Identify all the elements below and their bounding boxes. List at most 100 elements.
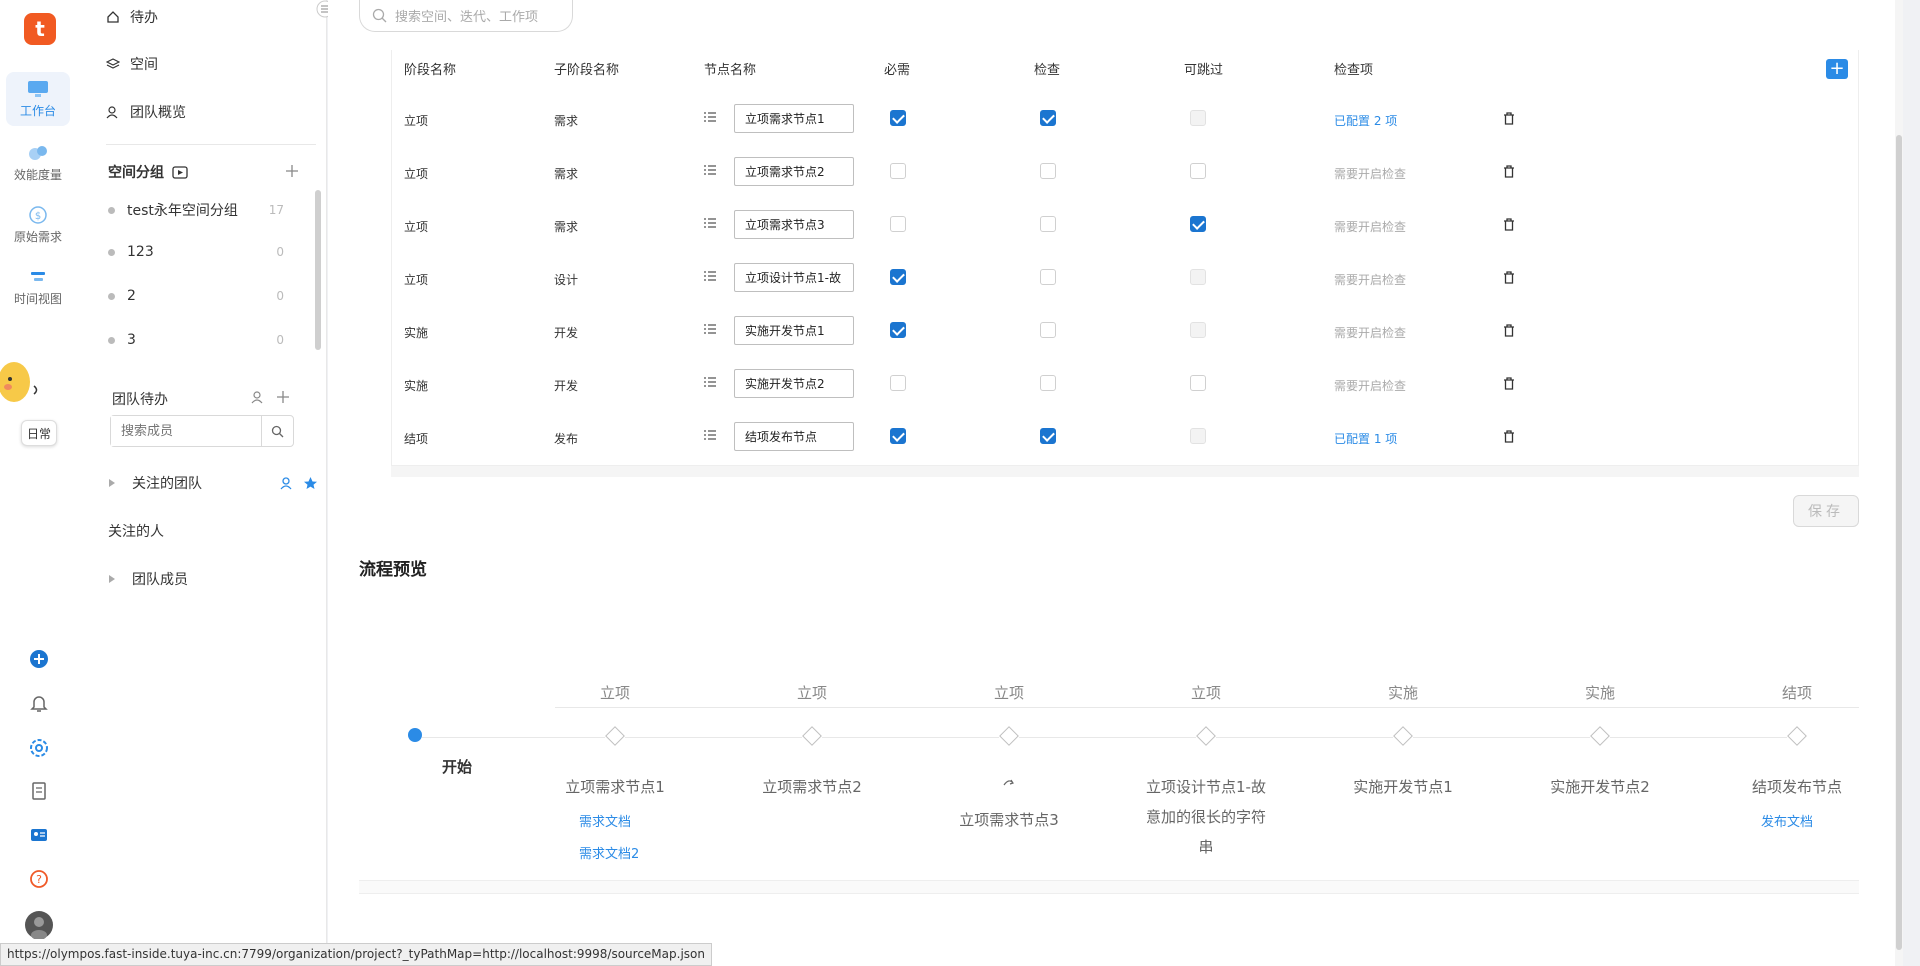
required-checkbox[interactable] (890, 216, 906, 232)
nav-todo[interactable]: 待办 (106, 7, 158, 27)
group-item[interactable]: 20 (108, 288, 284, 304)
contact-card-icon[interactable] (28, 824, 50, 846)
delete-icon[interactable] (1503, 271, 1515, 284)
node-name-input[interactable]: 实施开发节点2 (734, 369, 854, 398)
flow-node-marker[interactable] (999, 726, 1019, 746)
check-checkbox[interactable] (1040, 216, 1056, 232)
add-team-icon[interactable] (276, 390, 290, 404)
page-scrollbar-thumb[interactable] (1896, 135, 1902, 950)
group-dot (108, 248, 115, 256)
flow-node-marker[interactable] (802, 726, 822, 746)
preview-scrollbar[interactable] (359, 880, 1859, 894)
user-follow-icon[interactable] (279, 476, 293, 490)
rail-item-requirements[interactable]: $ 原始需求 (6, 198, 70, 252)
flow-doc-link[interactable]: 发布文档 (1761, 811, 1813, 830)
flow-doc-link[interactable]: 需求文档2 (579, 843, 639, 862)
member-search-input[interactable] (111, 416, 261, 446)
required-checkbox[interactable] (890, 163, 906, 179)
bell-icon[interactable] (28, 692, 50, 714)
drag-handle-icon[interactable] (704, 165, 716, 175)
tree-followed-team[interactable]: 关注的团队 (108, 473, 318, 493)
group-item[interactable]: test永年空间分组 17 (108, 200, 284, 220)
skippable-checkbox[interactable] (1190, 375, 1206, 391)
skippable-checkbox (1190, 322, 1206, 338)
node-name-input[interactable]: 结项发布节点 (734, 422, 854, 451)
flow-node-marker[interactable] (1590, 726, 1610, 746)
table-scrollbar[interactable] (391, 465, 1859, 477)
add-circle-icon[interactable] (29, 649, 49, 669)
check-checkbox[interactable] (1040, 269, 1056, 285)
global-search[interactable]: 搜索空间、迭代、工作项 (359, 0, 573, 32)
drag-handle-icon[interactable] (704, 324, 716, 334)
check-checkbox[interactable] (1040, 375, 1056, 391)
required-checkbox[interactable] (890, 322, 906, 338)
th-substage: 子阶段名称 (554, 63, 620, 78)
star-icon[interactable] (303, 476, 318, 490)
check-items-link[interactable]: 已配置 2 项 (1334, 112, 1397, 129)
th-check: 检查 (1034, 63, 1061, 78)
delete-icon[interactable] (1503, 324, 1515, 337)
help-icon[interactable]: ? (28, 868, 50, 890)
check-checkbox[interactable] (1040, 110, 1056, 126)
delete-icon[interactable] (1503, 377, 1515, 390)
caret-right-icon[interactable] (108, 574, 116, 584)
group-count: 0 (276, 333, 284, 347)
node-name-input[interactable]: 实施开发节点1 (734, 316, 854, 345)
group-item[interactable]: 30 (108, 332, 284, 348)
nav-space[interactable]: 空间 (106, 54, 158, 74)
group-item[interactable]: 123 0 (108, 244, 284, 260)
main-content: 搜索空间、迭代、工作项 阶段名称 子阶段名称 节点名称 必需 检查 可跳过 检查… (328, 0, 1898, 966)
nav-team-overview[interactable]: 团队概览 (106, 102, 186, 122)
app-logo[interactable]: t (24, 13, 56, 45)
tree-team-members[interactable]: 团队成员 (108, 569, 188, 589)
drag-handle-icon[interactable] (704, 377, 716, 387)
flow-node-marker[interactable] (1393, 726, 1413, 746)
caret-right-icon[interactable] (108, 478, 116, 488)
required-checkbox[interactable] (890, 428, 906, 444)
check-checkbox[interactable] (1040, 163, 1056, 179)
flow-node-marker[interactable] (1787, 726, 1807, 746)
member-search-button[interactable] (261, 416, 293, 446)
node-name-input[interactable]: 立项设计节点1-故 (734, 263, 854, 292)
required-checkbox[interactable] (890, 110, 906, 126)
daily-button[interactable]: 日常 (21, 420, 57, 446)
add-row-button[interactable]: + (1826, 59, 1848, 79)
drag-handle-icon[interactable] (704, 218, 716, 228)
drag-handle-icon[interactable] (704, 430, 716, 440)
save-button[interactable]: 保存 (1793, 495, 1859, 527)
add-group-icon[interactable] (285, 164, 299, 178)
delete-icon[interactable] (1503, 165, 1515, 178)
delete-icon[interactable] (1503, 430, 1515, 443)
divider (106, 144, 316, 145)
node-name-input[interactable]: 立项需求节点1 (734, 104, 854, 133)
drag-handle-icon[interactable] (704, 112, 716, 122)
node-name-input[interactable]: 立项需求节点3 (734, 210, 854, 239)
required-checkbox[interactable] (890, 269, 906, 285)
check-checkbox[interactable] (1040, 428, 1056, 444)
gear-icon[interactable] (28, 737, 50, 759)
skippable-checkbox[interactable] (1190, 163, 1206, 179)
delete-icon[interactable] (1503, 112, 1515, 125)
sidebar-scrollbar[interactable] (315, 190, 321, 350)
user-avatar[interactable] (25, 911, 53, 939)
rail-item-workbench[interactable]: 工作台 (6, 72, 70, 126)
tree-followed-people[interactable]: 关注的人 (108, 521, 164, 541)
check-items-link: 需要开启检查 (1334, 273, 1407, 287)
team-filter-icon[interactable] (251, 390, 265, 404)
delete-icon[interactable] (1503, 218, 1515, 231)
node-name-input[interactable]: 立项需求节点2 (734, 157, 854, 186)
check-checkbox[interactable] (1040, 322, 1056, 338)
flow-node-marker[interactable] (605, 726, 625, 746)
flow-node-marker[interactable] (1196, 726, 1216, 746)
rail-item-label: 时间视图 (13, 291, 62, 306)
page-scrollbar[interactable] (1895, 0, 1903, 966)
flow-doc-link[interactable]: 需求文档 (579, 811, 631, 830)
skippable-checkbox[interactable] (1190, 216, 1206, 232)
rail-item-metrics[interactable]: 效能度量 (6, 136, 70, 190)
document-icon[interactable] (28, 780, 50, 802)
drag-handle-icon[interactable] (704, 271, 716, 281)
play-icon[interactable] (172, 165, 188, 179)
required-checkbox[interactable] (890, 375, 906, 391)
rail-item-timeline[interactable]: 时间视图 (6, 260, 70, 314)
check-items-link[interactable]: 已配置 1 项 (1334, 430, 1397, 447)
